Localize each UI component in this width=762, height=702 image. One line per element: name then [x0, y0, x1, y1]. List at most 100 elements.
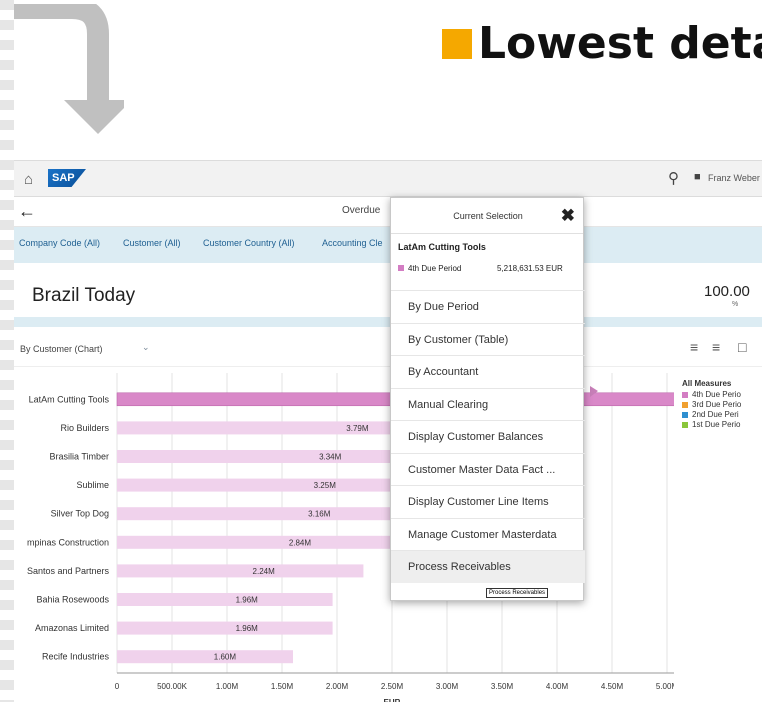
category-label: Santos and Partners [27, 566, 110, 576]
tooltip: Process Receivables [486, 588, 549, 598]
slide-title: Lowest deta [442, 18, 762, 69]
legend-title: All Measures [682, 379, 732, 388]
selection-summary: LatAm Cutting Tools 4th Due Period 5,218… [398, 242, 563, 273]
legend-swatch-2nd [682, 412, 688, 418]
x-tick-label: 2.50M [381, 682, 404, 691]
app-window: ⌂ SAP ⚲ ■ Franz Weber ← Overdue Company … [14, 160, 762, 702]
bar-chart-icon[interactable]: ≡ [690, 339, 698, 355]
list-icon[interactable]: ≡ [712, 339, 720, 355]
legend-label-2nd: 2nd Due Peri [692, 410, 739, 419]
menu-item-customer-master-data-fact[interactable]: Customer Master Data Fact ... [391, 452, 585, 486]
bar[interactable] [117, 535, 430, 549]
bar-value-label: 2.84M [289, 538, 312, 547]
x-tick-label: 4.50M [601, 682, 624, 691]
category-label: Bahia Rosewoods [36, 595, 109, 605]
legend-item-4th[interactable]: 4th Due Perio [682, 390, 741, 400]
x-tick-label: 500.00K [157, 682, 187, 691]
home-icon[interactable]: ⌂ [24, 171, 33, 188]
bar[interactable] [117, 564, 364, 578]
menu-item-by-customer-table[interactable]: By Customer (Table) [391, 322, 585, 356]
bar-value-label: 3.79M [346, 424, 369, 433]
current-selection-popover: Current Selection ✖ LatAm Cutting Tools … [390, 197, 585, 601]
view-select[interactable]: By Customer (Chart) [20, 344, 103, 354]
down-arrow-icon [14, 4, 124, 134]
page-header: Brazil Today 100.00 % [14, 263, 762, 317]
selected-measure-row: 4th Due Period 5,218,631.53 EUR [398, 264, 578, 273]
category-label: Sublime [76, 480, 109, 490]
legend-swatch-4th [682, 392, 688, 398]
legend-item-1st[interactable]: 1st Due Perio [682, 420, 741, 430]
category-label: Silver Top Dog [51, 509, 109, 519]
bar-value-label: 3.16M [308, 510, 331, 519]
category-label: mpinas Construction [27, 537, 109, 547]
bar-value-label: 3.25M [314, 481, 337, 490]
selected-measure-value: 5,218,631.53 EUR [497, 264, 563, 273]
popover-title: Current Selection [453, 211, 523, 221]
shell-bar: ⌂ SAP ⚲ ■ Franz Weber [14, 161, 762, 197]
bar-value-label: 3.34M [319, 453, 342, 462]
sap-logo[interactable]: SAP [48, 169, 86, 187]
menu-item-by-accountant[interactable]: By Accountant [391, 355, 585, 388]
table-icon[interactable]: □ [738, 339, 746, 355]
user-icon[interactable]: ■ [694, 171, 701, 183]
user-name[interactable]: Franz Weber [708, 173, 760, 183]
legend-swatch-3rd [682, 402, 688, 408]
x-axis-title: EUR [384, 698, 401, 702]
legend-item-3rd[interactable]: 3rd Due Perio [682, 400, 741, 410]
chevron-down-icon[interactable]: ⌄ [142, 342, 150, 353]
filter-bar: Company Code (All) Customer (All) Custom… [14, 227, 762, 263]
slide-side-stripe [0, 0, 14, 702]
menu-item-customer-line-items[interactable]: Display Customer Line Items [391, 485, 585, 518]
selected-customer: LatAm Cutting Tools [398, 242, 486, 252]
bar[interactable] [117, 650, 293, 664]
nav-bar: ← Overdue [14, 197, 762, 227]
bar[interactable] [117, 593, 333, 606]
bar-value-label: 1.96M [236, 596, 259, 605]
filter-accounting-clerk[interactable]: Accounting Cle [322, 238, 383, 248]
filter-customer[interactable]: Customer (All) [123, 238, 181, 248]
kpi-value: 100.00 [704, 283, 750, 300]
x-tick-label: 5.00M [656, 682, 674, 691]
category-label: Amazonas Limited [35, 623, 109, 633]
x-tick-label: 1.50M [271, 682, 294, 691]
filter-customer-country[interactable]: Customer Country (All) [203, 238, 295, 248]
menu-item-process-receivables[interactable]: Process Receivables [391, 550, 585, 583]
menu-item-customer-balances[interactable]: Display Customer Balances [391, 420, 585, 453]
bar[interactable] [117, 621, 333, 635]
x-tick-label: 2.00M [326, 682, 349, 691]
section-divider [14, 317, 762, 327]
title-bullet-icon [442, 28, 472, 59]
legend-label-1st: 1st Due Perio [692, 420, 741, 429]
category-label: Brasilia Timber [49, 452, 109, 462]
slide-title-text: Lowest deta [478, 18, 762, 69]
menu-item-by-due-period[interactable]: By Due Period [391, 290, 585, 323]
chart-legend: All Measures 4th Due Perio 3rd Due Perio… [682, 379, 741, 430]
chart-toolbar: By Customer (Chart) ⌄ ≡ ≡ □ [14, 327, 762, 367]
x-tick-label: 0 [115, 682, 120, 691]
legend-swatch-1st [682, 422, 688, 428]
category-label: Recife Industries [42, 652, 110, 662]
navigation-menu: By Due Period By Customer (Table) By Acc… [391, 290, 585, 583]
kpi-unit: % [732, 301, 739, 308]
menu-item-manage-customer-masterdata[interactable]: Manage Customer Masterdata [391, 517, 585, 551]
filter-company-code[interactable]: Company Code (All) [19, 238, 100, 248]
legend-label-3rd: 3rd Due Perio [692, 400, 742, 409]
back-arrow-icon[interactable]: ← [18, 201, 36, 222]
measure-swatch [398, 265, 404, 271]
x-tick-label: 1.00M [216, 682, 239, 691]
legend-label-4th: 4th Due Perio [692, 390, 741, 399]
x-tick-label: 3.00M [436, 682, 459, 691]
page-title: Brazil Today [32, 285, 136, 306]
popover-header: Current Selection ✖ [391, 198, 583, 234]
selected-measure: 4th Due Period [408, 264, 462, 273]
menu-item-manual-clearing[interactable]: Manual Clearing [391, 387, 585, 421]
bar-value-label: 2.24M [253, 567, 276, 576]
category-label: LatAm Cutting Tools [29, 394, 110, 404]
bar-value-label: 1.60M [214, 653, 237, 662]
close-icon[interactable]: ✖ [561, 206, 575, 226]
legend-item-2nd[interactable]: 2nd Due Peri [682, 410, 741, 420]
category-label: Rio Builders [60, 423, 109, 433]
x-tick-label: 4.00M [546, 682, 569, 691]
nav-title: Overdue [342, 205, 381, 216]
search-icon[interactable]: ⚲ [668, 169, 679, 187]
